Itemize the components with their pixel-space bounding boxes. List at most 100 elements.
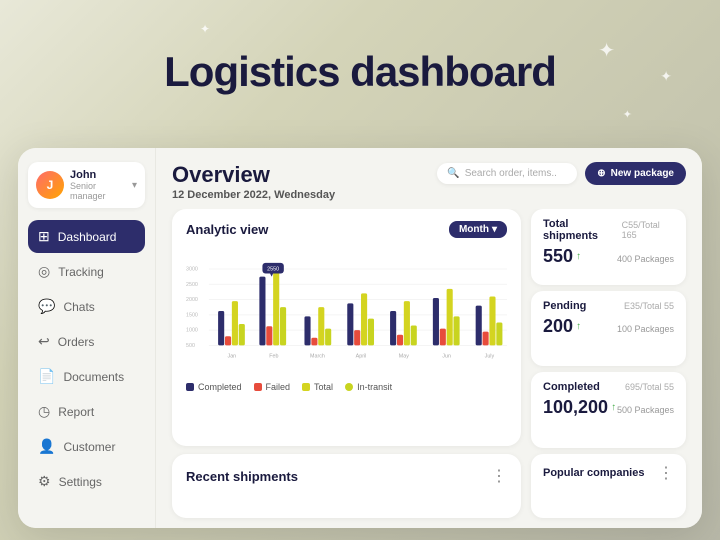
- arrow-up-icon: ↑: [576, 251, 581, 262]
- svg-text:March: March: [310, 354, 325, 360]
- svg-text:1500: 1500: [186, 312, 198, 318]
- main-header: Overview 12 December 2022, Wednesday 🔍 S…: [156, 148, 702, 209]
- stat-value: 200 ↑: [543, 316, 581, 337]
- sidebar-item-documents[interactable]: 📄 Documents: [28, 360, 145, 393]
- user-name: John: [70, 169, 126, 181]
- sidebar-item-tracking[interactable]: ◎ Tracking: [28, 255, 145, 288]
- svg-text:500: 500: [186, 343, 195, 349]
- search-box[interactable]: 🔍 Search order, items..: [437, 163, 577, 184]
- legend-total-label: Total: [314, 382, 333, 392]
- recent-shipments-title: Recent shipments: [186, 469, 298, 484]
- overview-title: Overview: [172, 162, 335, 188]
- stat-value: 550 ↑: [543, 246, 581, 267]
- sidebar-item-label: Settings: [59, 475, 102, 489]
- stat-label: Pending: [543, 300, 586, 312]
- svg-text:April: April: [356, 354, 367, 360]
- popular-companies-title: Popular companies: [543, 467, 644, 479]
- svg-text:Jun: Jun: [442, 354, 451, 360]
- svg-text:2550: 2550: [267, 266, 279, 272]
- recent-shipments-header: Recent shipments ⋮: [186, 466, 507, 486]
- chart-container: 3000 2500 2000 1500 1000 500: [186, 246, 507, 376]
- sparkle-icon: ✦: [200, 22, 210, 36]
- orders-icon: ↩: [38, 333, 50, 350]
- page-title: Logistics dashboard: [164, 48, 556, 96]
- chart-legend: Completed Failed Total In-transit: [186, 382, 507, 392]
- stat-value-row: 100,200 ↑ 500 Packages: [543, 397, 674, 418]
- popular-companies-header: Popular companies ⋮: [543, 463, 674, 483]
- stat-packages: 400 Packages: [617, 254, 674, 264]
- plus-icon: ⊕: [597, 168, 605, 179]
- chevron-down-icon: ▾: [132, 180, 137, 191]
- user-role: Senior manager: [70, 181, 126, 201]
- customer-icon: 👤: [38, 438, 55, 455]
- chevron-down-icon: ▾: [492, 224, 497, 235]
- tracking-icon: ◎: [38, 263, 50, 280]
- legend-failed-label: Failed: [266, 382, 291, 392]
- header-actions: 🔍 Search order, items.. ⊕ New package: [437, 162, 686, 185]
- sidebar-item-chats[interactable]: 💬 Chats: [28, 290, 145, 323]
- legend-completed: Completed: [186, 382, 242, 392]
- stat-value: 100,200 ↑: [543, 397, 616, 418]
- stat-packages: 100 Packages: [617, 324, 674, 334]
- svg-text:2500: 2500: [186, 282, 198, 288]
- settings-icon: ⚙: [38, 473, 51, 490]
- overview-date: 12 December 2022, Wednesday: [172, 189, 335, 201]
- user-card[interactable]: J John Senior manager ▾: [28, 162, 145, 208]
- svg-text:2000: 2000: [186, 297, 198, 303]
- svg-text:3000: 3000: [186, 266, 198, 272]
- search-placeholder: Search order, items..: [465, 168, 557, 179]
- more-options-button[interactable]: ⋮: [491, 466, 507, 486]
- report-icon: ◷: [38, 403, 50, 420]
- overview-section: Overview 12 December 2022, Wednesday: [172, 162, 335, 201]
- arrow-up-icon: ↑: [611, 402, 616, 413]
- sidebar-item-label: Report: [58, 405, 94, 419]
- legend-total: Total: [302, 382, 333, 392]
- svg-text:July: July: [485, 354, 495, 360]
- stat-label: Total shipments: [543, 218, 622, 242]
- avatar: J: [36, 171, 64, 199]
- stat-value-row: 550 ↑ 400 Packages: [543, 246, 674, 267]
- bar-chart: 3000 2500 2000 1500 1000 500: [186, 246, 507, 376]
- chats-icon: 💬: [38, 298, 55, 315]
- stat-header: Pending E35/Total 55: [543, 300, 674, 312]
- legend-intransit: In-transit: [345, 382, 392, 392]
- legend-intransit-label: In-transit: [357, 382, 392, 392]
- dashboard-card: J John Senior manager ▾ ⊞ Dashboard ◎ Tr…: [18, 148, 702, 528]
- svg-text:Feb: Feb: [269, 354, 278, 360]
- body-area: Analytic view Month ▾ 3000 2500 2000: [156, 209, 702, 528]
- sparkle-icon: ✦: [623, 108, 632, 121]
- search-icon: 🔍: [447, 168, 459, 179]
- stat-total-shipments: Total shipments C55/Total 165 550 ↑ 400 …: [531, 209, 686, 285]
- analytic-title: Analytic view: [186, 222, 268, 237]
- failed-color: [254, 383, 262, 391]
- svg-text:Jan: Jan: [228, 354, 237, 360]
- stat-pending: Pending E35/Total 55 200 ↑ 100 Packages: [531, 291, 686, 367]
- more-options-button[interactable]: ⋮: [658, 463, 674, 483]
- sidebar: J John Senior manager ▾ ⊞ Dashboard ◎ Tr…: [18, 148, 156, 528]
- stat-percent: 695/Total 55: [625, 382, 674, 392]
- sidebar-item-label: Orders: [58, 335, 95, 349]
- sidebar-item-settings[interactable]: ⚙ Settings: [28, 465, 145, 498]
- sidebar-item-customer[interactable]: 👤 Customer: [28, 430, 145, 463]
- stat-value-row: 200 ↑ 100 Packages: [543, 316, 674, 337]
- sidebar-item-orders[interactable]: ↩ Orders: [28, 325, 145, 358]
- dashboard-icon: ⊞: [38, 228, 50, 245]
- sparkle-icon: ✦: [660, 68, 672, 85]
- legend-completed-label: Completed: [198, 382, 242, 392]
- sidebar-item-dashboard[interactable]: ⊞ Dashboard: [28, 220, 145, 253]
- total-color: [302, 383, 310, 391]
- stat-percent: C55/Total 165: [622, 220, 674, 240]
- arrow-up-icon: ↑: [576, 321, 581, 332]
- period-selector[interactable]: Month ▾: [449, 221, 507, 238]
- stat-packages: 500 Packages: [617, 405, 674, 415]
- main-content: Overview 12 December 2022, Wednesday 🔍 S…: [156, 148, 702, 528]
- new-package-button[interactable]: ⊕ New package: [585, 162, 686, 185]
- analytic-header: Analytic view Month ▾: [186, 221, 507, 238]
- sidebar-item-label: Tracking: [58, 265, 104, 279]
- sidebar-item-report[interactable]: ◷ Report: [28, 395, 145, 428]
- stat-completed: Completed 695/Total 55 100,200 ↑ 500 Pac…: [531, 372, 686, 448]
- sidebar-item-label: Dashboard: [58, 230, 117, 244]
- completed-color: [186, 383, 194, 391]
- sparkle-icon: ✦: [598, 38, 615, 63]
- intransit-color: [345, 383, 353, 391]
